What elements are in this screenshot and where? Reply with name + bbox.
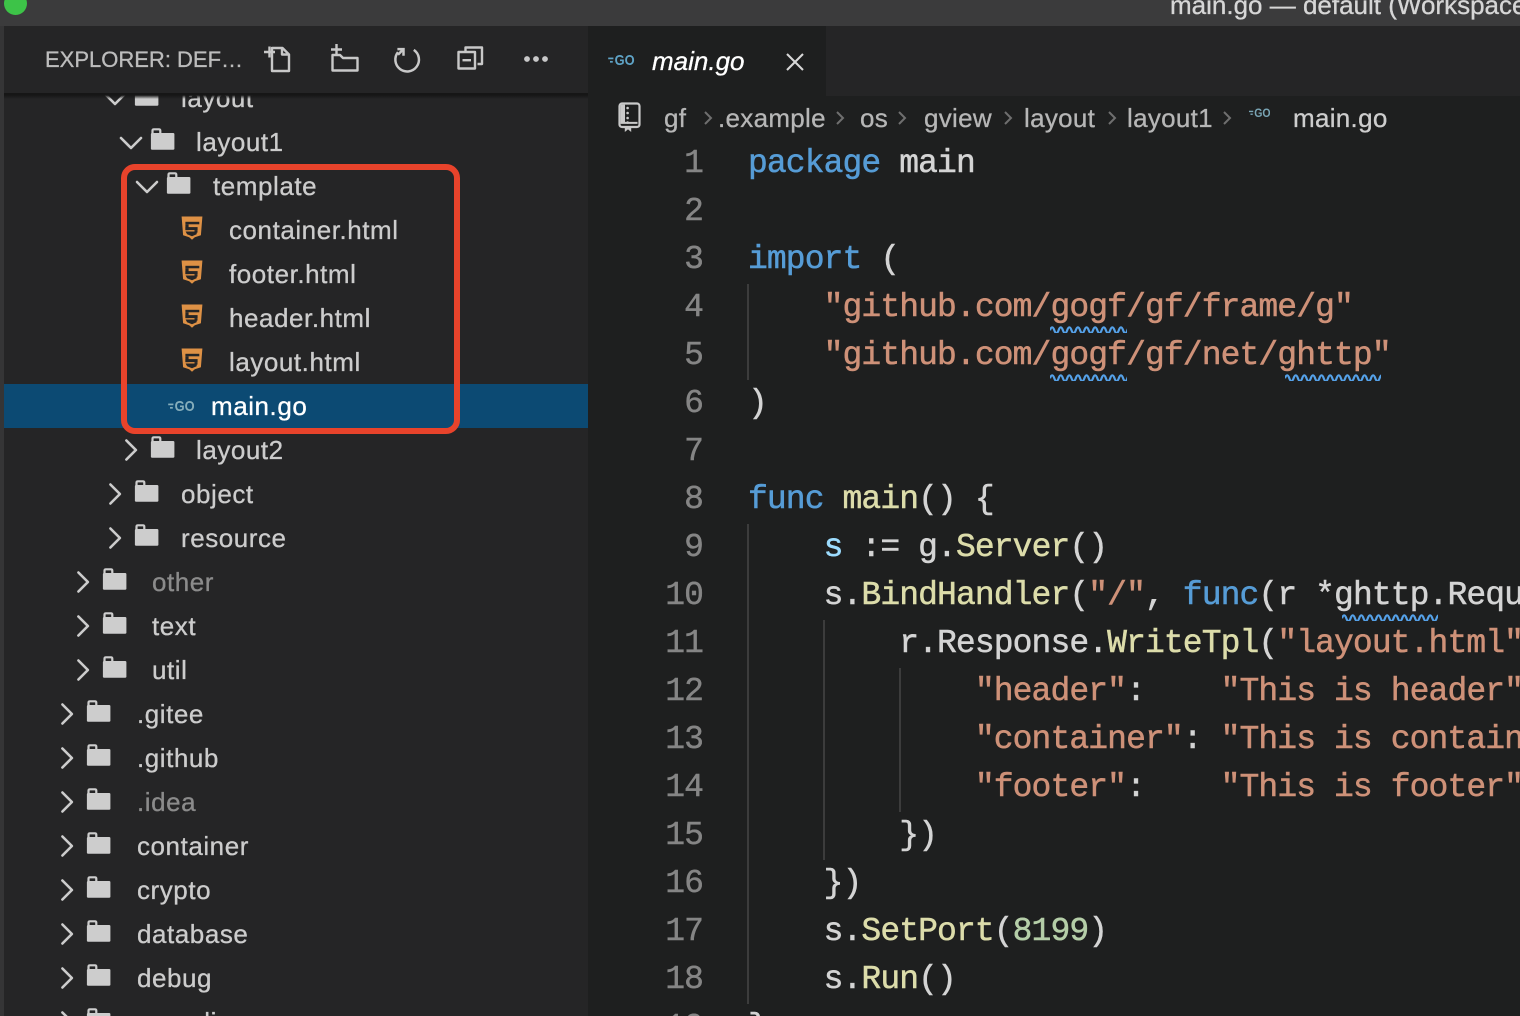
svg-text:GO: GO bbox=[1254, 107, 1270, 120]
svg-text:GO: GO bbox=[615, 53, 635, 69]
